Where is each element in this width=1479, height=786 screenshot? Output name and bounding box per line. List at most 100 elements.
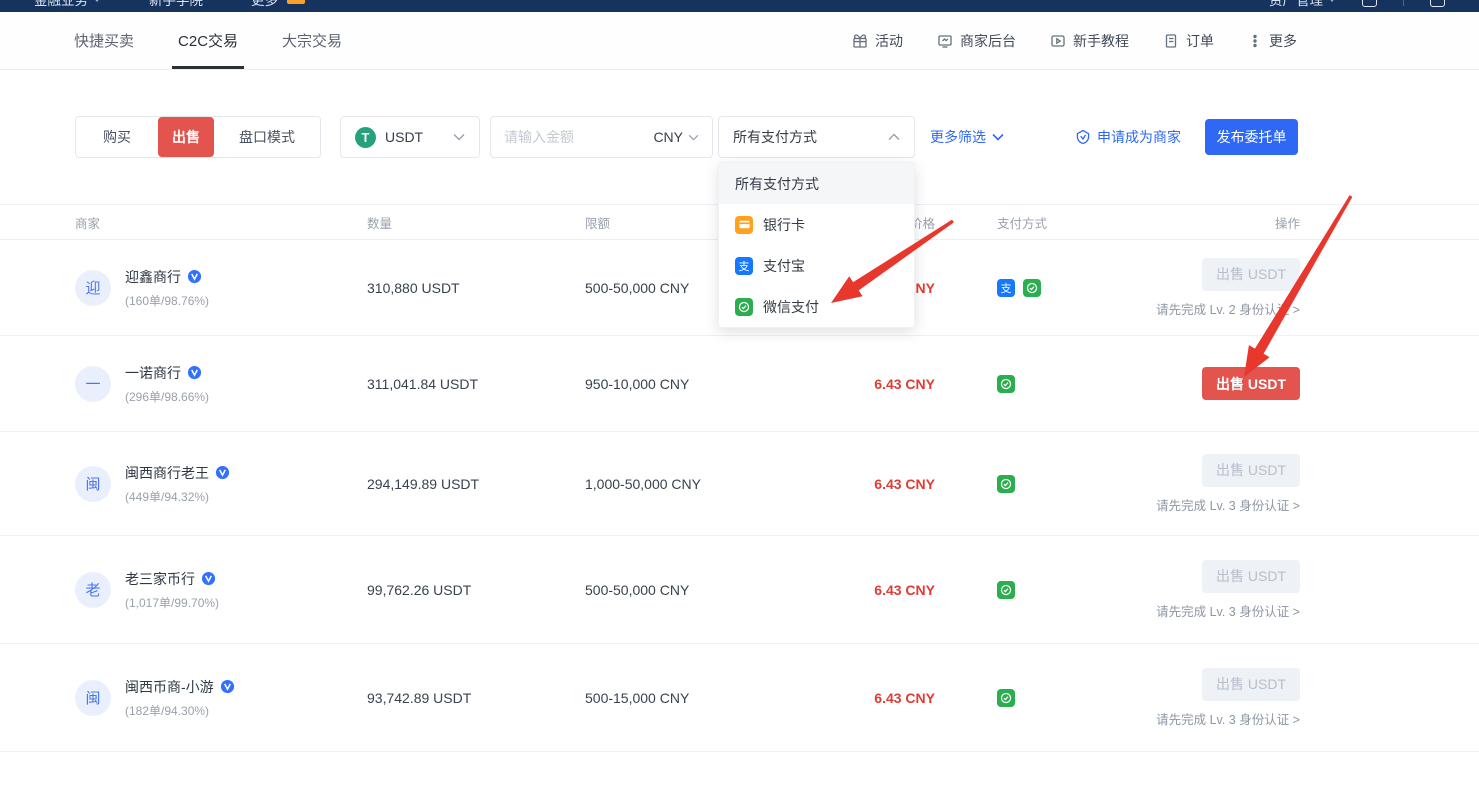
topbar-item-beginner[interactable]: 新手学院 bbox=[149, 0, 203, 9]
kyc-notice-link[interactable]: 请先完成 Lv. 3 身份认证 > bbox=[1156, 709, 1300, 728]
filter-bar: 购买 出售 盘口模式 T USDT CNY 所有支付方式 更多筛选 申请成为商家… bbox=[0, 116, 1479, 158]
sell-usdt-button[interactable]: 出售 USDT bbox=[1202, 367, 1300, 400]
verified-apply-icon bbox=[1075, 129, 1091, 145]
option-label: 微信支付 bbox=[763, 297, 819, 317]
dropdown-option-all-payments[interactable]: 所有支付方式 bbox=[719, 163, 914, 204]
limit-cell: 1,000-50,000 CNY bbox=[585, 476, 790, 492]
sell-tab[interactable]: 出售 bbox=[158, 117, 214, 157]
merchant-stats: (182单/94.30%) bbox=[125, 702, 235, 719]
amount-cell: 310,880 USDT bbox=[367, 280, 585, 296]
merchant-name[interactable]: 闽西商行老王 bbox=[125, 463, 230, 483]
tab-quick-trade[interactable]: 快捷买卖 bbox=[72, 12, 136, 69]
amount-cell: 311,041.84 USDT bbox=[367, 376, 585, 392]
wechat-pay-icon bbox=[997, 581, 1015, 599]
wechat-pay-icon bbox=[997, 375, 1015, 393]
dropdown-option-bankcard[interactable]: 银行卡 bbox=[719, 204, 914, 245]
side-toggle: 购买 出售 盘口模式 bbox=[75, 116, 321, 158]
topbar-item-assets[interactable]: 资产管理 bbox=[1269, 0, 1336, 9]
coin-select-value: USDT bbox=[385, 129, 444, 145]
merchant-name-label: 闽西商行老王 bbox=[125, 463, 209, 483]
merchant-name-label: 老三家币行 bbox=[125, 569, 195, 589]
alipay-icon: 支 bbox=[997, 279, 1015, 297]
post-order-button[interactable]: 发布委托单 bbox=[1205, 119, 1298, 155]
price-cell: 6.43 CNY bbox=[790, 476, 935, 492]
payment-dropdown: 所有支付方式 银行卡 支 支付宝 微信支付 bbox=[718, 162, 915, 328]
link-label: 更多 bbox=[1269, 31, 1297, 51]
more-filters-link[interactable]: 更多筛选 bbox=[930, 127, 1004, 147]
limit-cell: 950-10,000 CNY bbox=[585, 376, 790, 392]
link-merchant-console[interactable]: 商家后台 bbox=[937, 31, 1016, 51]
merchant-name[interactable]: 迎鑫商行 bbox=[125, 267, 209, 287]
merchant-name-label: 一诺商行 bbox=[125, 363, 181, 383]
option-label: 所有支付方式 bbox=[735, 174, 819, 194]
kyc-notice-link[interactable]: 请先完成 Lv. 3 身份认证 > bbox=[1156, 601, 1300, 620]
amount-input[interactable] bbox=[504, 129, 645, 145]
wechat-pay-icon bbox=[735, 298, 753, 316]
merchant-stats: (296单/98.66%) bbox=[125, 388, 209, 405]
dropdown-option-wechat-pay[interactable]: 微信支付 bbox=[719, 286, 914, 327]
verified-badge-icon bbox=[220, 679, 235, 694]
chevron-down-icon bbox=[453, 133, 465, 141]
topbar-item-more[interactable]: 更多 bbox=[251, 0, 305, 9]
sell-usdt-button[interactable]: 出售 USDT bbox=[1202, 560, 1300, 593]
kyc-notice-link[interactable]: 请先完成 Lv. 2 身份认证 > bbox=[1156, 299, 1300, 318]
currency-value: CNY bbox=[653, 129, 683, 145]
buy-tab[interactable]: 购买 bbox=[76, 117, 158, 157]
chevron-down-icon bbox=[93, 0, 101, 2]
tab-block-trade[interactable]: 大宗交易 bbox=[280, 12, 344, 69]
verified-badge-icon bbox=[215, 465, 230, 480]
currency-select[interactable]: CNY bbox=[653, 129, 699, 145]
link-activity[interactable]: 活动 bbox=[852, 31, 903, 51]
merchant-name[interactable]: 老三家币行 bbox=[125, 569, 219, 589]
link-orders[interactable]: 订单 bbox=[1163, 31, 1214, 51]
nav-links: 活动 商家后台 新手教程 订单 更多 bbox=[852, 12, 1297, 69]
merchant-name[interactable]: 闽西币商-小游 bbox=[125, 677, 235, 697]
gift-icon bbox=[852, 33, 868, 49]
limit-cell: 500-50,000 CNY bbox=[585, 582, 790, 598]
dropdown-option-alipay[interactable]: 支 支付宝 bbox=[719, 245, 914, 286]
wechat-pay-icon bbox=[1023, 279, 1041, 297]
sell-usdt-button[interactable]: 出售 USDT bbox=[1202, 258, 1300, 291]
sell-usdt-button[interactable]: 出售 USDT bbox=[1202, 454, 1300, 487]
price-cell: 6.43 CNY bbox=[790, 376, 935, 392]
orderbook-mode-tab[interactable]: 盘口模式 bbox=[214, 117, 320, 157]
orders-icon[interactable] bbox=[1362, 0, 1377, 7]
limit-cell: 500-15,000 CNY bbox=[585, 690, 790, 706]
table-row: 商行 出售 USDT bbox=[0, 752, 1479, 786]
verified-badge-icon bbox=[187, 269, 202, 284]
chevron-up-icon bbox=[888, 133, 900, 141]
sell-usdt-button[interactable]: 出售 USDT bbox=[1202, 668, 1300, 701]
merchant-stats: (449单/94.32%) bbox=[125, 488, 230, 505]
topbar-item-finance[interactable]: 金融业务 bbox=[34, 0, 101, 9]
merchant-name[interactable]: 一诺商行 bbox=[125, 363, 209, 383]
link-label: 订单 bbox=[1186, 31, 1214, 51]
apply-merchant-link[interactable]: 申请成为商家 bbox=[1075, 127, 1181, 147]
more-filters-label: 更多筛选 bbox=[930, 127, 986, 147]
chevron-down-icon bbox=[1328, 0, 1336, 2]
topbar-item-label: 新手学院 bbox=[149, 0, 203, 9]
new-badge bbox=[287, 0, 305, 4]
merchant-avatar: 一 bbox=[75, 366, 111, 402]
link-more[interactable]: 更多 bbox=[1248, 31, 1297, 51]
payment-select-value: 所有支付方式 bbox=[733, 127, 817, 147]
more-dots-icon bbox=[1248, 33, 1262, 49]
merchant-avatar: 闽 bbox=[75, 466, 111, 502]
link-label: 新手教程 bbox=[1073, 31, 1129, 51]
kyc-notice-link[interactable]: 请先完成 Lv. 3 身份认证 > bbox=[1156, 495, 1300, 514]
trade-tabs: 快捷买卖 C2C交易 大宗交易 bbox=[72, 12, 344, 69]
tab-c2c-trade[interactable]: C2C交易 bbox=[176, 12, 240, 69]
amount-cell: 93,742.89 USDT bbox=[367, 690, 585, 706]
link-label: 商家后台 bbox=[960, 31, 1016, 51]
payment-method-select[interactable]: 所有支付方式 bbox=[718, 116, 915, 158]
wechat-pay-icon bbox=[997, 689, 1015, 707]
link-tutorial[interactable]: 新手教程 bbox=[1050, 31, 1129, 51]
wechat-pay-icon bbox=[997, 475, 1015, 493]
topbar-item-label: 资产管理 bbox=[1269, 0, 1323, 9]
coin-select[interactable]: T USDT bbox=[340, 116, 480, 158]
merchant-stats: (1,017单/99.70%) bbox=[125, 594, 219, 611]
topbar-item-label: 更多 bbox=[251, 0, 278, 9]
merchant-avatar: 闽 bbox=[75, 680, 111, 716]
header-merchant: 商家 bbox=[75, 213, 367, 232]
account-icon[interactable] bbox=[1430, 0, 1445, 7]
tether-icon: T bbox=[355, 127, 376, 148]
